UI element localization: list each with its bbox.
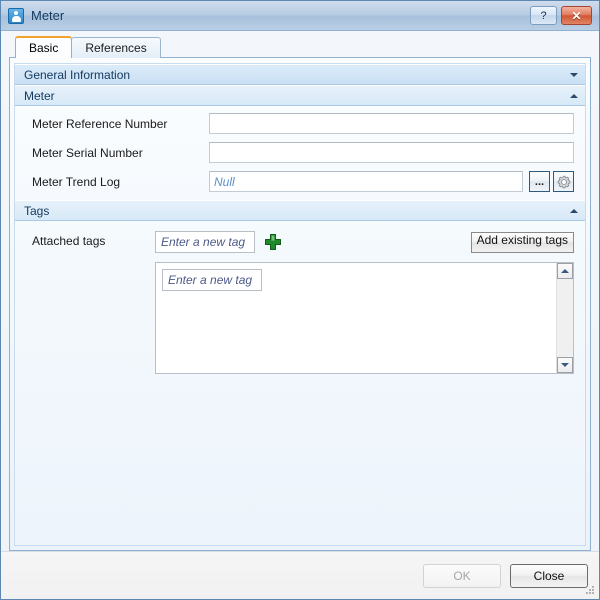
window-title: Meter [31, 8, 65, 23]
help-button[interactable]: ? [530, 6, 557, 25]
chevron-down-icon[interactable] [566, 67, 581, 82]
group-header-meter[interactable]: Meter [15, 85, 585, 106]
resize-grip-icon[interactable] [584, 584, 596, 596]
scroll-up-arrow-icon[interactable] [557, 263, 573, 279]
list-new-tag-input[interactable] [162, 269, 262, 291]
chevron-up-icon[interactable] [566, 88, 581, 103]
chevron-up-icon-tags[interactable] [566, 203, 581, 218]
scroll-down-arrow-icon[interactable] [557, 357, 573, 373]
group-label-meter: Meter [24, 88, 55, 103]
ellipsis-icon: ... [534, 175, 545, 188]
group-header-tags[interactable]: Tags [15, 200, 585, 221]
meter-serial-number-input[interactable] [209, 142, 574, 163]
attached-tags-list-body [156, 263, 556, 373]
field-row-meter-serial-number: Meter Serial Number [15, 141, 585, 164]
green-plus-icon[interactable] [264, 233, 282, 251]
tab-strip: Basic References [9, 36, 591, 58]
attached-tags-list[interactable] [155, 262, 574, 374]
field-row-meter-trend-log: Meter Trend Log ... [15, 170, 585, 193]
label-meter-serial-number: Meter Serial Number [32, 145, 143, 160]
label-attached-tags: Attached tags [32, 234, 106, 248]
new-tag-input[interactable] [155, 231, 255, 253]
tags-top-row: Add existing tags [155, 231, 574, 253]
gear-icon [557, 175, 570, 188]
dialog-footer: OK Close [1, 551, 599, 599]
panel-inner: General Information Meter Meter Referenc… [14, 63, 586, 546]
tab-basic[interactable]: Basic [15, 36, 73, 58]
title-bar-buttons: ? ✕ [530, 6, 592, 25]
close-window-button[interactable]: ✕ [561, 6, 592, 25]
tags-body: Attached tags Add existing tags [15, 221, 585, 539]
title-bar[interactable]: Meter ? ✕ [1, 1, 599, 31]
meter-dialog-window: Meter ? ✕ Basic References General Infor… [0, 0, 600, 600]
tab-references[interactable]: References [71, 37, 161, 58]
user-meter-icon [8, 7, 24, 24]
label-meter-reference-number: Meter Reference Number [32, 116, 168, 131]
meter-fields: Meter Reference Number Meter Serial Numb… [15, 106, 585, 200]
field-row-meter-reference-number: Meter Reference Number [15, 112, 585, 135]
ok-button[interactable]: OK [423, 563, 501, 588]
meter-trend-log-input[interactable] [209, 171, 523, 192]
close-button[interactable]: Close [510, 563, 588, 588]
group-label-general-information: General Information [24, 67, 131, 82]
tags-controls: Add existing tags [155, 231, 585, 539]
meter-reference-number-input[interactable] [209, 113, 574, 134]
dialog-client-area: Basic References General Information Met… [1, 31, 599, 551]
tab-panel-basic: General Information Meter Meter Referenc… [9, 57, 591, 551]
label-meter-trend-log: Meter Trend Log [32, 174, 121, 189]
group-label-tags: Tags [24, 203, 50, 218]
group-header-general-information[interactable]: General Information [15, 64, 585, 85]
add-existing-tags-button[interactable]: Add existing tags [470, 231, 574, 253]
meter-trend-log-browse-button[interactable]: ... [529, 171, 550, 192]
meter-trend-log-settings-button[interactable] [553, 171, 574, 192]
attached-tags-scrollbar[interactable] [556, 263, 573, 373]
